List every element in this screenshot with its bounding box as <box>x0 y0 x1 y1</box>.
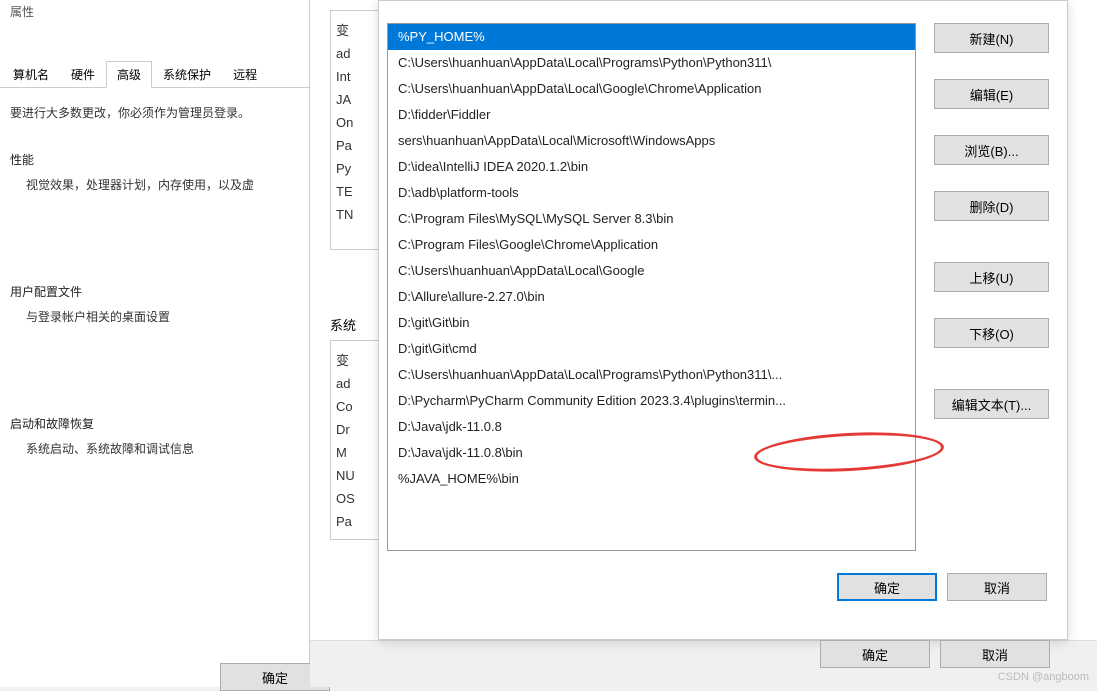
path-item[interactable]: D:\idea\IntelliJ IDEA 2020.1.2\bin <box>388 154 915 180</box>
dialog-title: 属性 <box>0 0 309 20</box>
edit-path-dialog: %PY_HOME% C:\Users\huanhuan\AppData\Loca… <box>378 0 1068 640</box>
path-ok-button[interactable]: 确定 <box>837 573 937 601</box>
tab-remote[interactable]: 远程 <box>222 61 268 88</box>
tab-advanced[interactable]: 高级 <box>106 61 152 88</box>
path-item-java-home[interactable]: %JAVA_HOME%\bin <box>388 466 915 492</box>
system-vars-list-partial: 变 ad Co Dr M NU OS Pa P <box>330 340 380 540</box>
envvars-cancel-button[interactable]: 取消 <box>940 640 1050 668</box>
path-item[interactable]: C:\Users\huanhuan\AppData\Local\Programs… <box>388 50 915 76</box>
tab-hardware[interactable]: 硬件 <box>60 61 106 88</box>
tab-system-protection[interactable]: 系统保护 <box>152 61 222 88</box>
admin-message: 要进行大多数更改，你必须作为管理员登录。 <box>10 104 299 121</box>
list-item[interactable]: P <box>336 533 374 540</box>
user-profile-desc: 与登录帐户相关的桌面设置 <box>26 308 299 325</box>
movedown-button[interactable]: 下移(O) <box>934 318 1049 348</box>
envvars-ok-button[interactable]: 确定 <box>820 640 930 668</box>
moveup-button[interactable]: 上移(U) <box>934 262 1049 292</box>
delete-button[interactable]: 删除(D) <box>934 191 1049 221</box>
list-item[interactable]: On <box>336 111 374 134</box>
user-vars-list-partial: 变 ad Int JA On Pa Py TE TN <box>330 10 380 250</box>
list-item[interactable]: Int <box>336 65 374 88</box>
list-item[interactable]: OS <box>336 487 374 510</box>
recovery-desc: 系统启动、系统故障和调试信息 <box>26 440 299 457</box>
path-listbox[interactable]: %PY_HOME% C:\Users\huanhuan\AppData\Loca… <box>387 23 916 551</box>
list-item[interactable]: Pa <box>336 510 374 533</box>
path-item[interactable]: D:\Java\jdk-11.0.8\bin <box>388 440 915 466</box>
system-properties-panel: 属性 算机名 硬件 高级 系统保护 远程 要进行大多数更改，你必须作为管理员登录… <box>0 0 310 687</box>
tabs-bar: 算机名 硬件 高级 系统保护 远程 <box>0 60 309 88</box>
list-item[interactable]: 变 <box>336 349 374 372</box>
list-item[interactable]: ad <box>336 372 374 395</box>
list-item[interactable]: TE <box>336 180 374 203</box>
envvars-footer: 确定 取消 <box>820 640 1050 668</box>
new-button[interactable]: 新建(N) <box>934 23 1049 53</box>
edittext-button[interactable]: 编辑文本(T)... <box>934 389 1049 419</box>
recovery-title: 启动和故障恢复 <box>10 415 299 432</box>
browse-button[interactable]: 浏览(B)... <box>934 135 1049 165</box>
path-item[interactable]: D:\Allure\allure-2.27.0\bin <box>388 284 915 310</box>
path-cancel-button[interactable]: 取消 <box>947 573 1047 601</box>
path-item[interactable]: C:\Program Files\Google\Chrome\Applicati… <box>388 232 915 258</box>
edit-button[interactable]: 编辑(E) <box>934 79 1049 109</box>
path-item[interactable]: C:\Users\huanhuan\AppData\Local\Google <box>388 258 915 284</box>
path-item[interactable]: D:\adb\platform-tools <box>388 180 915 206</box>
list-item[interactable]: M <box>336 441 374 464</box>
path-item[interactable]: C:\Users\huanhuan\AppData\Local\Google\C… <box>388 76 915 102</box>
list-item[interactable]: 变 <box>336 19 374 42</box>
user-profile-title: 用户配置文件 <box>10 283 299 300</box>
performance-desc: 视觉效果，处理器计划，内存使用，以及虚 <box>26 176 299 193</box>
performance-title: 性能 <box>10 151 299 168</box>
path-item[interactable]: D:\fidder\Fiddler <box>388 102 915 128</box>
tab-computer-name[interactable]: 算机名 <box>2 61 60 88</box>
path-item[interactable]: D:\Java\jdk-11.0.8 <box>388 414 915 440</box>
path-item[interactable]: sers\huanhuan\AppData\Local\Microsoft\Wi… <box>388 128 915 154</box>
list-item[interactable]: Py <box>336 157 374 180</box>
list-item[interactable]: ad <box>336 42 374 65</box>
path-item[interactable]: C:\Program Files\MySQL\MySQL Server 8.3\… <box>388 206 915 232</box>
list-item[interactable]: JA <box>336 88 374 111</box>
list-item[interactable]: Dr <box>336 418 374 441</box>
list-item[interactable]: Co <box>336 395 374 418</box>
path-item[interactable]: D:\Pycharm\PyCharm Community Edition 202… <box>388 388 915 414</box>
path-item[interactable]: D:\git\Git\cmd <box>388 336 915 362</box>
path-item[interactable]: %PY_HOME% <box>388 24 915 50</box>
list-item[interactable]: TN <box>336 203 374 226</box>
list-item[interactable]: NU <box>336 464 374 487</box>
system-vars-label: 系统 <box>330 315 356 334</box>
list-item[interactable]: Pa <box>336 134 374 157</box>
path-item[interactable]: D:\git\Git\bin <box>388 310 915 336</box>
path-item[interactable]: C:\Users\huanhuan\AppData\Local\Programs… <box>388 362 915 388</box>
